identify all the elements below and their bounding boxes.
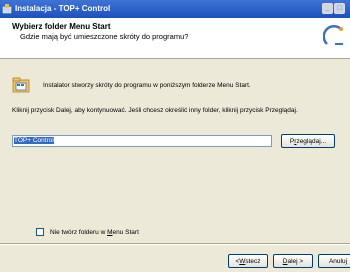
title-bar: Instalacja - TOP+ Control _ □ (0, 0, 350, 18)
footer-divider (0, 243, 350, 245)
next-button[interactable]: Dalej > (273, 254, 313, 268)
window-title: Instalacja - TOP+ Control (15, 4, 111, 13)
start-menu-folder-input[interactable]: TOP+ Control (12, 135, 272, 147)
checkbox-label-pre: Nie twórz folderu w (50, 229, 108, 236)
intro-text: Instalator stworzy skróty do programu w … (43, 82, 251, 89)
back-button[interactable]: < Wstecz (228, 254, 268, 268)
wizard-header: Wybierz folder Menu Start Gdzie mają być… (0, 18, 350, 59)
installer-app-icon (2, 4, 12, 14)
page-subheading: Gdzie mają być umieszczone skróty do pro… (20, 32, 189, 41)
back-label-post: stecz (245, 257, 261, 265)
minimize-icon: _ (325, 5, 330, 12)
browse-label-post: zeglądaj... (296, 137, 327, 145)
cancel-button[interactable]: Anuluj (318, 254, 350, 268)
maximize-button[interactable]: □ (334, 3, 345, 14)
instruction-text: Kliknij przycisk Dalej, aby kontynuować.… (12, 107, 298, 114)
start-menu-folder-icon (12, 77, 30, 93)
installer-window: Instalacja - TOP+ Control _ □ Wybierz fo… (0, 0, 350, 272)
checkbox-label-post: enu Start (112, 229, 139, 236)
minimize-button[interactable]: _ (322, 3, 333, 14)
cancel-label: Anuluj (328, 257, 348, 265)
page-heading: Wybierz folder Menu Start (12, 22, 111, 31)
checkbox-label[interactable]: Nie twórz folderu w Menu Start (50, 229, 139, 236)
setup-logo-icon (323, 24, 343, 45)
no-start-menu-folder-checkbox[interactable] (36, 228, 44, 236)
maximize-icon: □ (337, 5, 342, 12)
next-label-post: alej > (287, 257, 304, 265)
folder-input-value: TOP+ Control (14, 137, 54, 144)
browse-button[interactable]: Pr zeglądaj... (281, 134, 335, 148)
